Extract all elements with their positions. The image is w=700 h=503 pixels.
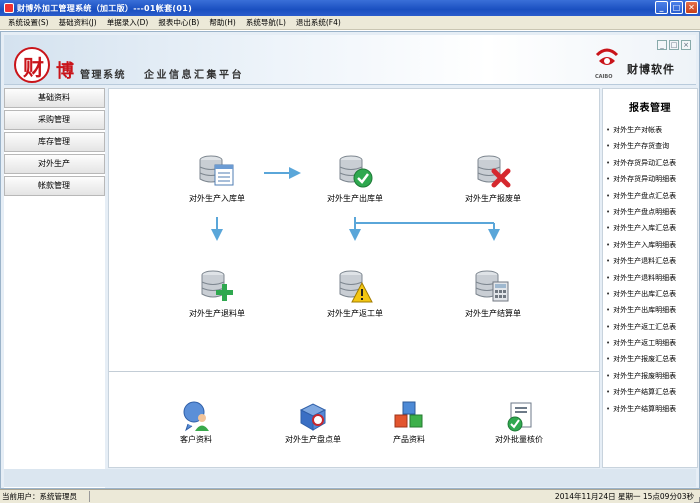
caibo-tag: CAIBO bbox=[595, 74, 613, 80]
report-link[interactable]: 对外生产存货查询 bbox=[603, 138, 697, 154]
report-link[interactable]: 对外生产退料明细表 bbox=[603, 270, 697, 286]
tile-label: 产品资料 bbox=[393, 435, 425, 444]
report-link[interactable]: 对外生产盘点明细表 bbox=[603, 204, 697, 220]
resize-grip[interactable] bbox=[694, 497, 700, 503]
menu-system-navigation[interactable]: 系统导航(L) bbox=[246, 17, 286, 28]
report-list: 对外生产对帐表对外生产存货查询对外存货异动汇总表对外存货异动明细表对外生产盘点汇… bbox=[603, 122, 697, 417]
db-check-icon bbox=[335, 151, 375, 191]
menu-exit-system[interactable]: 退出系统(F4) bbox=[296, 17, 341, 28]
panel-minimize-button[interactable]: _ bbox=[657, 40, 667, 50]
menu-document-entry[interactable]: 单据录入(D) bbox=[107, 17, 149, 28]
report-link[interactable]: 对外生产结算汇总表 bbox=[603, 384, 697, 400]
report-panel: 报表管理 对外生产对帐表对外生产存货查询对外存货异动汇总表对外存货异动明细表对外… bbox=[602, 88, 698, 468]
menu-system-settings[interactable]: 系统设置(S) bbox=[8, 17, 49, 28]
report-link[interactable]: 对外生产入库明细表 bbox=[603, 237, 697, 253]
menu-basic-data[interactable]: 基础资料(J) bbox=[59, 17, 97, 28]
status-separator bbox=[89, 491, 90, 502]
menu-report-center[interactable]: 报表中心(B) bbox=[158, 17, 199, 28]
db-calculator-icon bbox=[473, 266, 513, 306]
window-titlebar: 财博外加工管理系统（加工版）---01帐套(01) _ □ ✕ bbox=[0, 0, 700, 16]
tile-inbound[interactable]: 对外生产入库单 bbox=[167, 151, 267, 204]
tile-batch-pricing[interactable]: 对外批量核价 bbox=[469, 400, 569, 445]
nav-inventory[interactable]: 库存管理 bbox=[4, 132, 105, 152]
status-bar: 当前用户：系统管理员 2014年11月24日 星期一 15点09分03秒 bbox=[0, 489, 700, 503]
report-link[interactable]: 对外生产报废明细表 bbox=[603, 368, 697, 384]
tile-label: 对外生产返工单 bbox=[327, 309, 383, 318]
nav-accounts[interactable]: 帐款管理 bbox=[4, 176, 105, 196]
nav-external-production[interactable]: 对外生产 bbox=[4, 154, 105, 174]
report-link[interactable]: 对外生产出库明细表 bbox=[603, 302, 697, 318]
current-user: 当前用户：系统管理员 bbox=[2, 492, 77, 501]
brand-slogan: 企业信息汇集平台 bbox=[144, 70, 244, 81]
brand-subtitle: 管理系统 bbox=[80, 70, 126, 81]
panel-maximize-button[interactable]: □ bbox=[669, 40, 679, 50]
report-link[interactable]: 对外生产入库汇总表 bbox=[603, 220, 697, 236]
box-icon bbox=[297, 400, 329, 432]
nav-basic-data[interactable]: 基础资料 bbox=[4, 88, 105, 108]
close-button[interactable]: ✕ bbox=[685, 1, 698, 14]
bottom-strip bbox=[4, 469, 696, 487]
window-title: 财博外加工管理系统（加工版）---01帐套(01) bbox=[17, 3, 193, 13]
db-plus-icon bbox=[197, 266, 237, 306]
report-link[interactable]: 对外存货异动明细表 bbox=[603, 171, 697, 187]
db-warning-icon bbox=[335, 266, 375, 306]
tile-rework[interactable]: 对外生产返工单 bbox=[305, 266, 405, 319]
menu-bar: 系统设置(S) 基础资料(J) 单据录入(D) 报表中心(B) 帮助(H) 系统… bbox=[0, 16, 700, 30]
app-icon bbox=[4, 3, 14, 13]
flow-arrows bbox=[211, 167, 500, 241]
maximize-button[interactable]: □ bbox=[670, 1, 683, 14]
tile-label: 对外生产退料单 bbox=[189, 309, 245, 318]
customer-icon bbox=[180, 400, 212, 432]
status-datetime: 2014年11月24日 星期一 15点09分03秒 bbox=[554, 492, 694, 501]
tile-label: 客户资料 bbox=[180, 435, 212, 444]
tile-label: 对外批量核价 bbox=[495, 435, 543, 444]
section-divider bbox=[109, 371, 599, 372]
brand-char: 博 bbox=[56, 61, 74, 82]
tile-outbound[interactable]: 对外生产出库单 bbox=[305, 151, 405, 204]
report-link[interactable]: 对外生产报废汇总表 bbox=[603, 351, 697, 367]
panel-close-button[interactable]: × bbox=[681, 40, 691, 50]
tile-label: 对外生产入库单 bbox=[189, 194, 245, 203]
banner: 财 博 管理系统 企业信息汇集平台 CAIBO 财博软件 _ □ × bbox=[4, 35, 696, 85]
report-link[interactable]: 对外生产盘点汇总表 bbox=[603, 188, 697, 204]
tile-return-material[interactable]: 对外生产退料单 bbox=[167, 266, 267, 319]
main-frame: 财 博 管理系统 企业信息汇集平台 CAIBO 财博软件 _ □ × 基础资料 … bbox=[0, 31, 700, 489]
company-name: 财博软件 bbox=[627, 63, 675, 76]
tile-settlement[interactable]: 对外生产结算单 bbox=[443, 266, 543, 319]
db-cross-icon bbox=[473, 151, 513, 191]
tile-product-data[interactable]: 产品资料 bbox=[359, 400, 459, 445]
minimize-button[interactable]: _ bbox=[655, 1, 668, 14]
report-link[interactable]: 对外生产退料汇总表 bbox=[603, 253, 697, 269]
tile-label: 对外生产结算单 bbox=[465, 309, 521, 318]
nav-purchasing[interactable]: 采购管理 bbox=[4, 110, 105, 130]
report-link[interactable]: 对外存货异动汇总表 bbox=[603, 155, 697, 171]
caibo-eye-icon bbox=[595, 48, 619, 65]
report-panel-title: 报表管理 bbox=[629, 103, 671, 114]
price-check-icon bbox=[503, 400, 535, 432]
report-link[interactable]: 对外生产结算明细表 bbox=[603, 401, 697, 417]
report-link[interactable]: 对外生产对帐表 bbox=[603, 122, 697, 138]
cubes-icon bbox=[393, 400, 425, 432]
db-list-icon bbox=[197, 151, 237, 191]
workflow-panel: 对外生产入库单 对外生产出库单 对外生产报废单 对外生产退料单 对外生产返工单 … bbox=[108, 88, 600, 468]
left-navigation: 基础资料 采购管理 库存管理 对外生产 帐款管理 bbox=[4, 88, 105, 488]
tile-label: 对外生产出库单 bbox=[327, 194, 383, 203]
tile-label: 对外生产报废单 bbox=[465, 194, 521, 203]
tile-stocktake[interactable]: 对外生产盘点单 bbox=[263, 400, 363, 445]
tile-customer-data[interactable]: 客户资料 bbox=[146, 400, 246, 445]
caibo-logo: 财 bbox=[14, 47, 50, 83]
tile-scrap[interactable]: 对外生产报废单 bbox=[443, 151, 543, 204]
tile-label: 对外生产盘点单 bbox=[285, 435, 341, 444]
report-link[interactable]: 对外生产返工明细表 bbox=[603, 335, 697, 351]
report-link[interactable]: 对外生产出库汇总表 bbox=[603, 286, 697, 302]
menu-help[interactable]: 帮助(H) bbox=[209, 17, 236, 28]
report-link[interactable]: 对外生产返工汇总表 bbox=[603, 319, 697, 335]
